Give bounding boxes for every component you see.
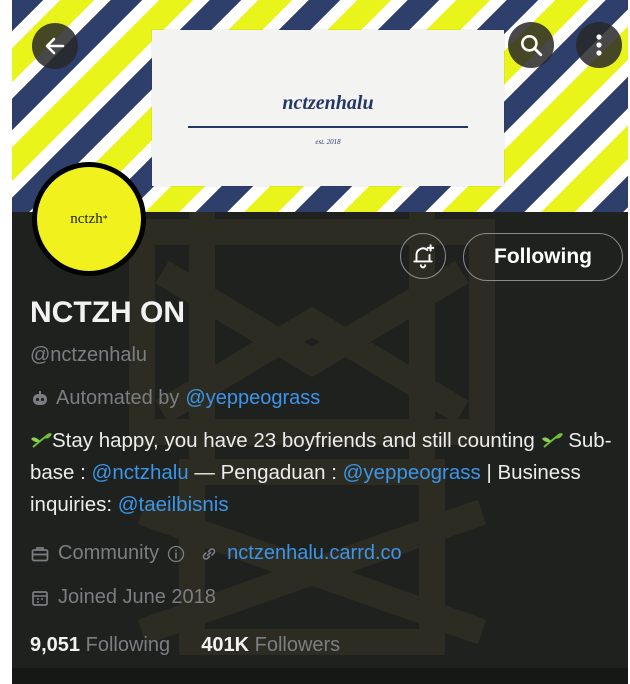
following-stat[interactable]: 9,051 Following — [30, 634, 170, 656]
joined-date: Joined June 2018 — [58, 586, 216, 608]
category-label: Community — [58, 542, 160, 564]
page-margin — [0, 0, 12, 684]
following-button[interactable]: Following — [463, 233, 623, 281]
bio-text-1: Stay happy, you have 23 boyfriends and s… — [52, 429, 535, 452]
calendar-icon — [32, 590, 48, 606]
followers-count: 401K — [201, 634, 250, 656]
banner-title: nctzenhalu — [282, 92, 374, 114]
robot-icon — [33, 390, 47, 405]
bio-text-3: — Pengaduan : — [188, 461, 343, 484]
search-button[interactable] — [508, 22, 554, 68]
mention-link[interactable]: @nctzhalu — [92, 461, 189, 484]
more-vertical-icon — [596, 34, 602, 56]
profile-meta: Community nctzenhalu.carrd.co — [30, 542, 402, 565]
joined-row: Joined June 2018 — [30, 586, 216, 609]
briefcase-icon — [31, 546, 49, 561]
tab-bar-edge — [12, 668, 628, 684]
avatar[interactable]: nctzh * — [32, 162, 146, 276]
seedling-icon — [541, 433, 563, 448]
seedling-icon — [31, 433, 52, 448]
following-label: Following — [85, 634, 171, 656]
bell-plus-icon — [413, 244, 435, 269]
avatar-image: nctzh * — [37, 167, 141, 271]
avatar-mark: * — [102, 213, 108, 225]
notify-button[interactable] — [400, 233, 446, 279]
banner-card: nctzenhalu est. 2018 — [152, 30, 504, 186]
search-icon — [521, 35, 543, 57]
arrow-left-icon — [45, 37, 65, 55]
link-icon — [202, 547, 216, 560]
mention-link[interactable]: @yeppeograss — [343, 461, 481, 484]
automated-label: Automated by @yeppeograss — [30, 387, 320, 410]
back-button[interactable] — [32, 23, 78, 69]
website-link[interactable]: nctzenhalu.carrd.co — [227, 542, 402, 565]
username: @nctzenhalu — [30, 344, 148, 366]
profile-screen: nctzenhalu est. 2018 nctzh * Following N… — [12, 0, 628, 684]
follow-stats: 9,051 Following 401K Followers — [30, 634, 340, 657]
avatar-text: nctzh — [70, 210, 103, 227]
display-name: NCTZH ON — [30, 296, 185, 329]
followers-stat[interactable]: 401K Followers — [201, 634, 340, 656]
mention-link[interactable]: @taeilbisnis — [118, 493, 229, 516]
automated-prefix: Automated by — [56, 387, 180, 409]
following-count: 9,051 — [30, 634, 81, 656]
automated-by-link[interactable]: @yeppeograss — [185, 387, 320, 410]
bio: Stay happy, you have 23 boyfriends and s… — [30, 425, 615, 521]
banner-subtitle: est. 2018 — [315, 138, 341, 146]
info-icon[interactable] — [167, 545, 185, 563]
banner-divider — [188, 126, 468, 128]
more-button[interactable] — [576, 22, 622, 68]
followers-label: Followers — [254, 634, 341, 656]
